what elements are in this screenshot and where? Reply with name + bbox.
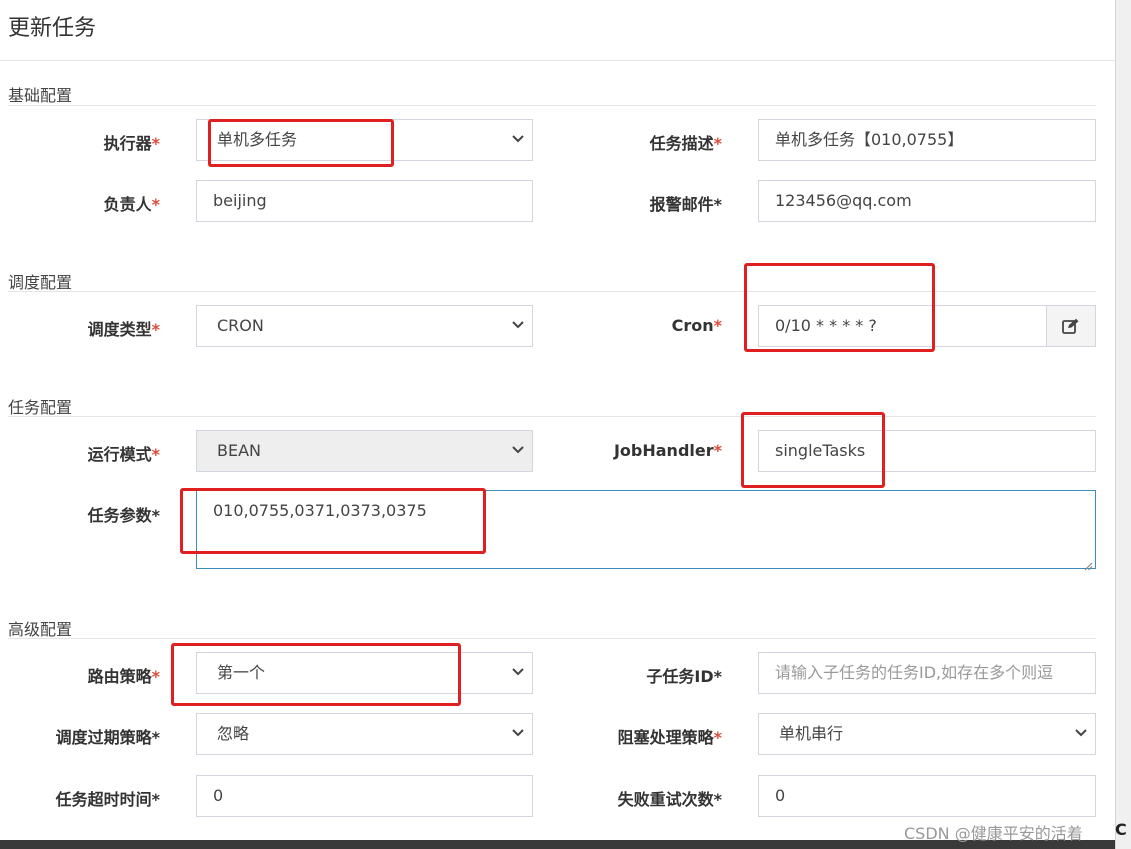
modal-title: 更新任务 bbox=[8, 16, 97, 41]
executor-label: 执行器* bbox=[103, 134, 160, 153]
cron-label: Cron* bbox=[671, 316, 722, 335]
misfire-strategy-select[interactable]: 忽略 bbox=[196, 713, 533, 755]
chevron-down-icon bbox=[512, 120, 524, 160]
fail-retry-value: 0 bbox=[775, 786, 786, 805]
misfire-strategy-value: 忽略 bbox=[217, 724, 250, 743]
job-desc-input[interactable]: 单机多任务【010,0755】 bbox=[758, 119, 1096, 161]
timeout-input[interactable]: 0 bbox=[196, 775, 533, 817]
watermark-text: CSDN @健康平安的活着 bbox=[904, 824, 1083, 843]
child-job-id-placeholder: 请输入子任务的任务ID,如存在多个则逗 bbox=[775, 663, 1054, 682]
resize-grip-icon[interactable] bbox=[1083, 556, 1093, 571]
schedule-type-label: 调度类型* bbox=[87, 320, 160, 339]
timeout-label: 任务超时时间* bbox=[55, 790, 160, 809]
job-desc-value: 单机多任务【010,0755】 bbox=[775, 130, 964, 149]
page-scrollbar-strip bbox=[1115, 0, 1131, 849]
chevron-down-icon bbox=[512, 306, 524, 346]
misfire-strategy-label: 调度过期策略* bbox=[55, 728, 160, 747]
glue-type-value: BEAN bbox=[217, 441, 261, 460]
executor-select[interactable]: 单机多任务 bbox=[196, 119, 533, 161]
schedule-type-select[interactable]: CRON bbox=[196, 305, 533, 347]
route-strategy-value: 第一个 bbox=[217, 663, 266, 682]
job-handler-input[interactable]: singleTasks bbox=[758, 430, 1096, 472]
author-label: 负责人* bbox=[103, 195, 160, 214]
child-job-id-input[interactable]: 请输入子任务的任务ID,如存在多个则逗 bbox=[758, 652, 1096, 694]
chevron-down-icon bbox=[1075, 714, 1087, 754]
timeout-value: 0 bbox=[213, 786, 224, 805]
chevron-down-icon bbox=[512, 653, 524, 693]
alarm-email-value: 123456@qq.com bbox=[775, 191, 912, 210]
author-value: beijing bbox=[213, 191, 267, 210]
job-handler-value: singleTasks bbox=[775, 441, 866, 460]
executor-value: 单机多任务 bbox=[217, 130, 298, 149]
child-job-id-label: 子任务ID* bbox=[646, 667, 722, 686]
section-divider bbox=[8, 105, 1096, 106]
route-strategy-select[interactable]: 第一个 bbox=[196, 652, 533, 694]
section-title-advanced: 高级配置 bbox=[8, 620, 73, 639]
job-param-textarea[interactable]: 010,0755,0371,0373,0375 bbox=[196, 490, 1096, 571]
cron-value: 0/10 * * * * ? bbox=[775, 316, 877, 335]
author-input[interactable]: beijing bbox=[196, 180, 533, 222]
fail-retry-input[interactable]: 0 bbox=[758, 775, 1096, 817]
section-title-schedule: 调度配置 bbox=[8, 273, 73, 292]
fail-retry-label: 失败重试次数* bbox=[617, 790, 722, 809]
edit-icon bbox=[1062, 318, 1079, 334]
block-strategy-select[interactable]: 单机串行 bbox=[758, 713, 1096, 755]
section-divider bbox=[8, 291, 1096, 292]
cron-edit-button[interactable] bbox=[1046, 305, 1096, 347]
section-divider bbox=[8, 638, 1096, 639]
schedule-type-value: CRON bbox=[217, 316, 264, 335]
glue-type-select: BEAN bbox=[196, 430, 533, 472]
alarm-email-input[interactable]: 123456@qq.com bbox=[758, 180, 1096, 222]
section-title-task: 任务配置 bbox=[8, 398, 73, 417]
alarm-email-label: 报警邮件* bbox=[649, 195, 722, 214]
edge-text: C bbox=[1115, 820, 1127, 839]
chevron-down-icon bbox=[512, 431, 524, 471]
route-strategy-label: 路由策略* bbox=[87, 667, 160, 686]
job-param-value: 010,0755,0371,0373,0375 bbox=[213, 501, 427, 520]
glue-type-label: 运行模式* bbox=[87, 445, 160, 464]
job-param-label: 任务参数* bbox=[87, 506, 160, 525]
chevron-down-icon bbox=[512, 714, 524, 754]
section-divider bbox=[8, 416, 1096, 417]
cron-input[interactable]: 0/10 * * * * ? bbox=[758, 305, 1047, 347]
section-title-basic: 基础配置 bbox=[8, 86, 73, 105]
block-strategy-label: 阻塞处理策略* bbox=[617, 728, 722, 747]
job-desc-label: 任务描述* bbox=[649, 134, 722, 153]
job-handler-label: JobHandler* bbox=[613, 441, 722, 460]
block-strategy-value: 单机串行 bbox=[779, 724, 844, 743]
header-divider bbox=[0, 60, 1115, 61]
